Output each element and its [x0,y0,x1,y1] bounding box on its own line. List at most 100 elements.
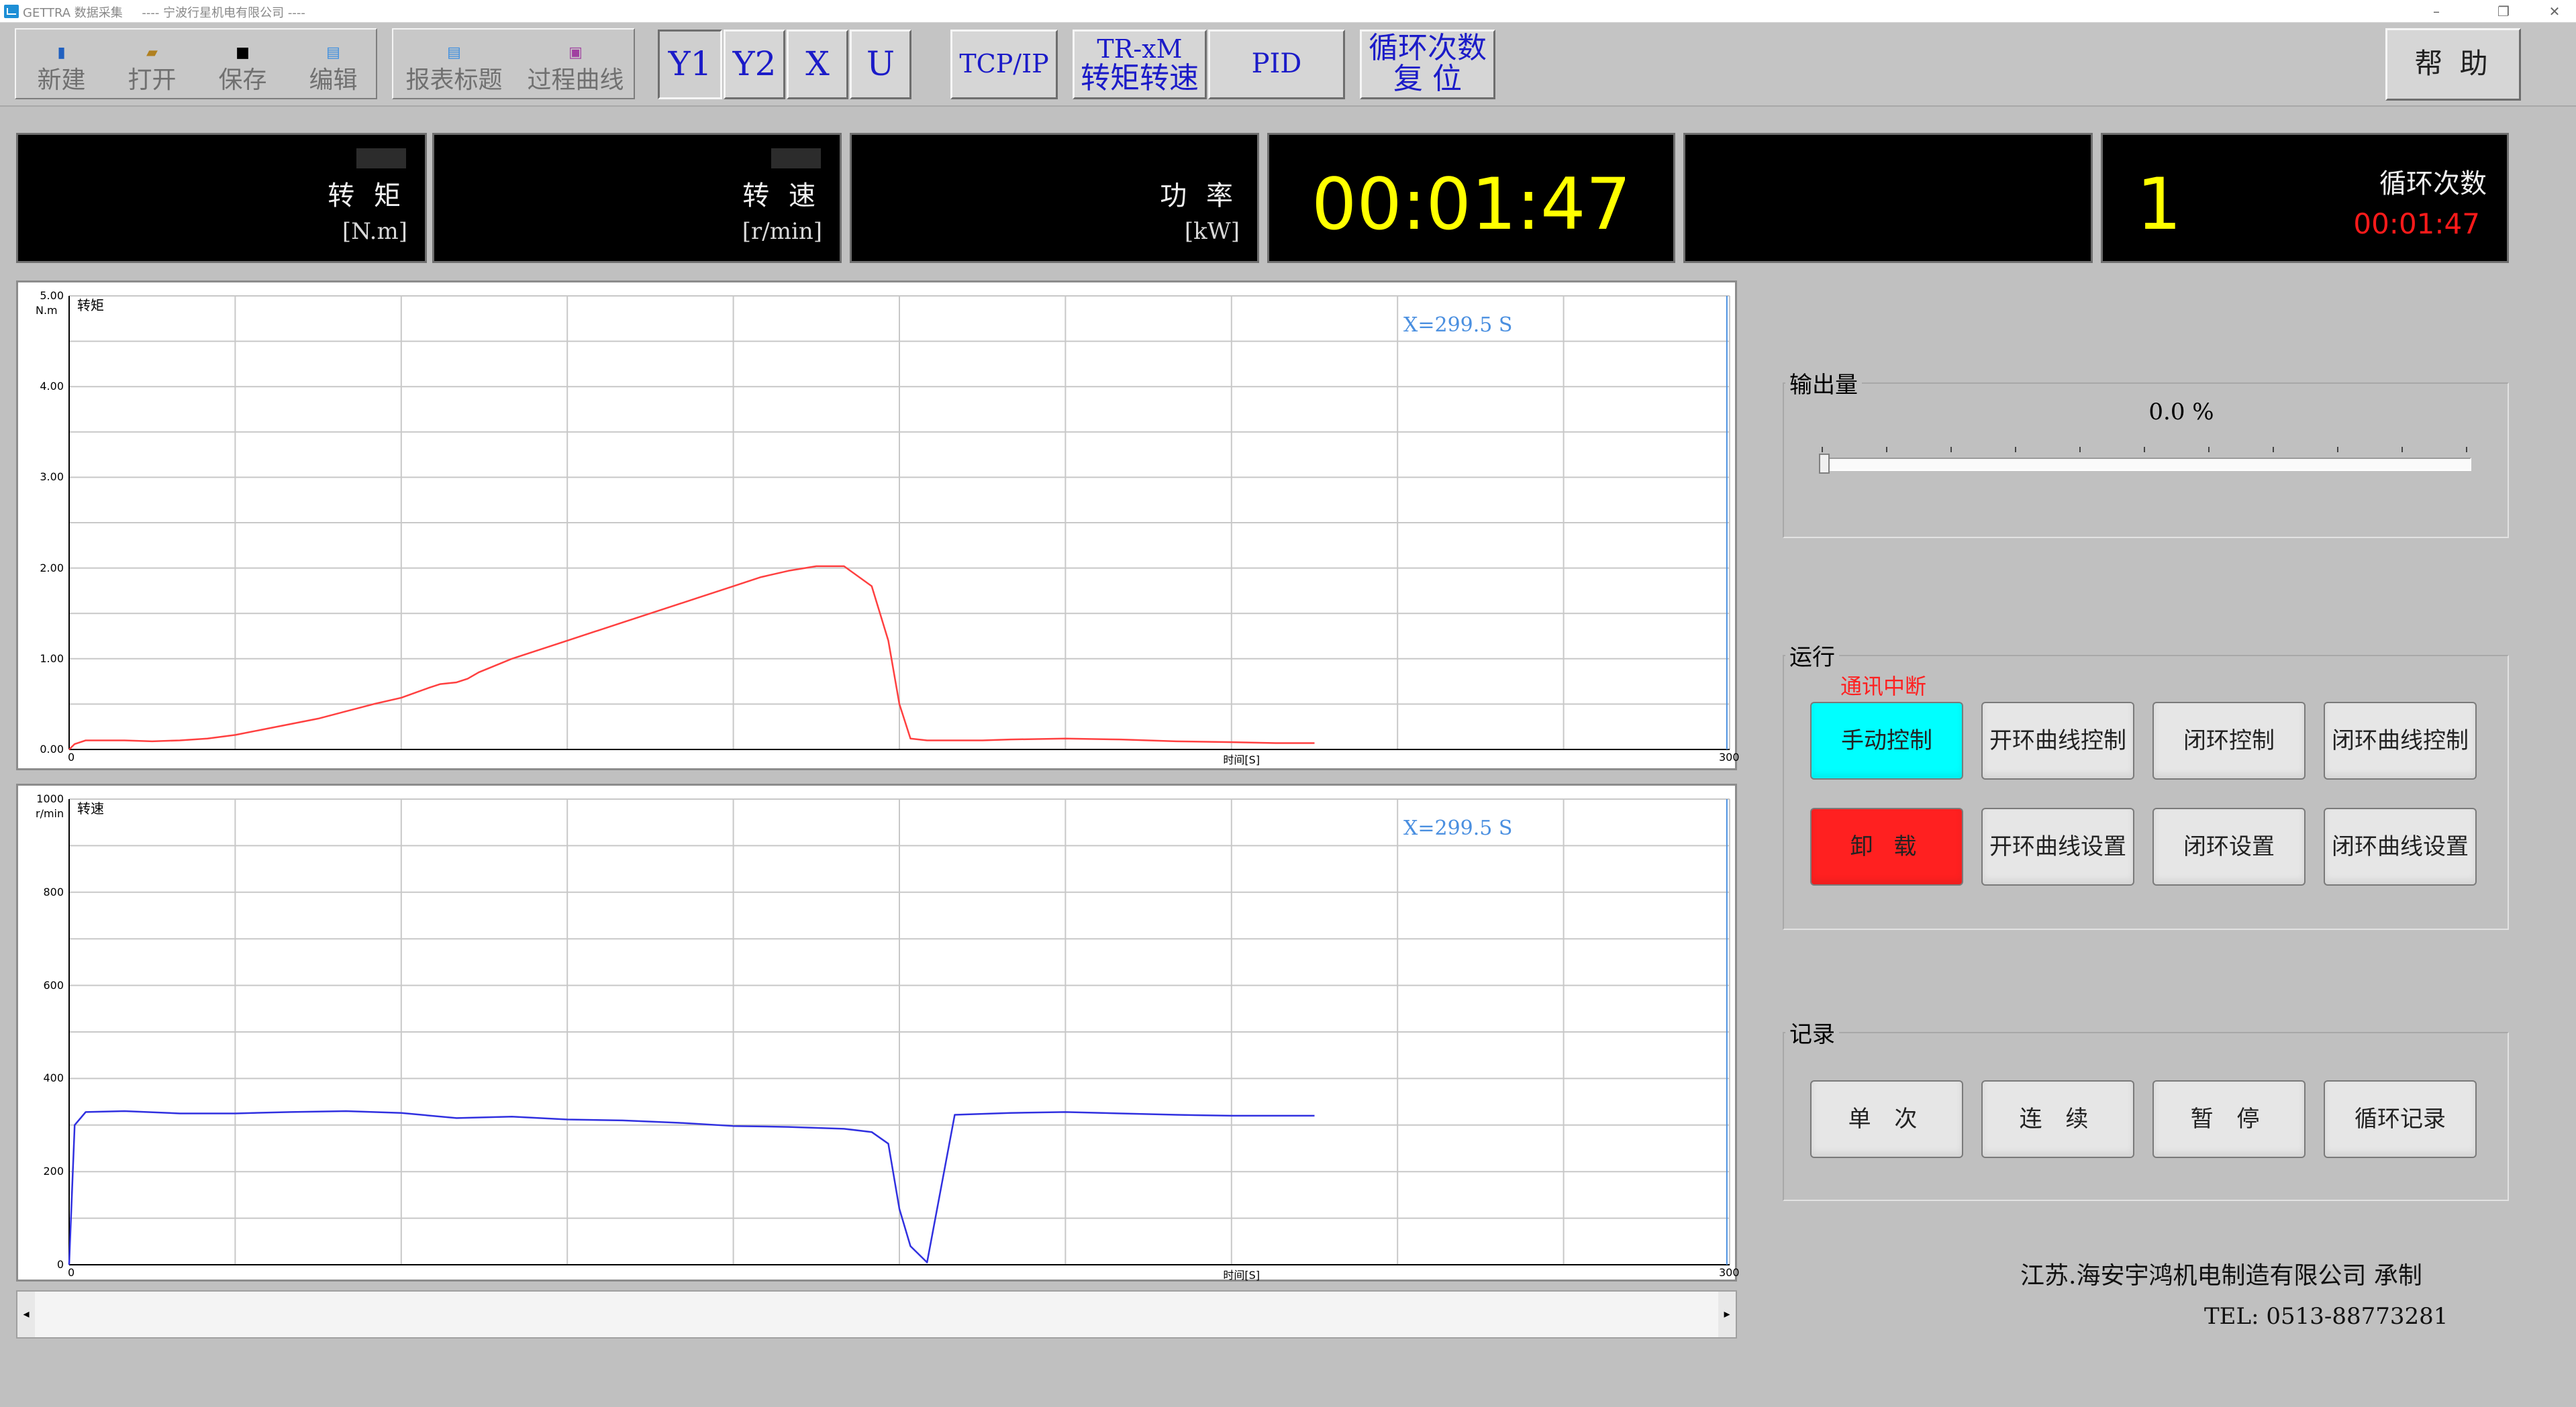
new-file-icon: ▮ [57,44,66,61]
torque-label: 转 矩 [328,180,406,211]
process-curve-button[interactable]: ▣ 过程曲线 [515,30,636,98]
app-icon [4,5,19,18]
y1-axis-button[interactable]: Y1 [658,30,722,99]
speed-xtick-start: 0 [68,1266,75,1279]
speed-ytick-label: 200 [43,1165,64,1178]
unload-button[interactable]: 卸 载 [1810,808,1963,886]
speed-ytick-label: 400 [43,1072,64,1085]
torque-ytick-label: 4.00 [40,380,64,393]
u-axis-button[interactable]: U [850,30,911,99]
speed-display: 转 速 [r/min] [432,133,842,263]
slider-tick [1886,447,1887,452]
pid-button[interactable]: PID [1208,30,1345,99]
save-label: 保存 [218,66,267,94]
slider-tick [2273,447,2274,452]
open-loop-curve-settings-button[interactable]: 开环曲线设置 [1981,808,2134,886]
new-button[interactable]: ▮ 新建 [16,30,107,98]
slider-tick [2079,447,2081,452]
speed-grid [68,798,1730,1265]
power-label: 功 率 [1160,180,1238,211]
cycle-display: 1 循环次数 00:01:47 [2101,133,2509,263]
slider-tick [2208,447,2210,452]
torque-ytick-label: 3.00 [40,470,64,484]
slider-tick [2401,447,2403,452]
continuous-record-button[interactable]: 连 续 [1981,1080,2134,1158]
closed-loop-settings-button[interactable]: 闭环设置 [2152,808,2306,886]
cycle-count: 1 [2136,163,2182,246]
single-record-button[interactable]: 单 次 [1810,1080,1963,1158]
slider-tick [2015,447,2016,452]
open-loop-curve-control-button[interactable]: 开环曲线控制 [1981,702,2134,780]
torque-cursor-readout: X=299.5 S [1403,313,1513,337]
speed-unit: [r/min] [742,218,822,245]
speed-cursor-readout: X=299.5 S [1403,817,1513,840]
open-button[interactable]: ▰ 打开 [107,30,197,98]
torque-xtick-start: 0 [68,751,75,764]
close-button[interactable]: ✕ [2534,1,2575,21]
slider-tick [2144,447,2145,452]
tr-xm-button[interactable]: TR-xM 转矩转速 [1073,30,1207,99]
tcpip-button[interactable]: TCP/IP [950,30,1058,99]
torque-grid [68,295,1730,750]
power-display: 功 率 [kW] [850,133,1259,263]
slider-tick [2337,447,2338,452]
restore-button[interactable]: ❐ [2483,1,2524,21]
torque-ytick-label: 1.00 [40,652,64,665]
speed-ytick-label: 600 [43,978,64,992]
comm-status: 通讯中断 [1840,674,1927,699]
edit-label: 编辑 [309,66,358,94]
y2-axis-button[interactable]: Y2 [724,30,785,99]
torque-mini-indicator [356,148,406,168]
toolbar: ▮ 新建 ▰ 打开 ■ 保存 ▤ 编辑 ▤ 报表标题 ▣ 过程曲线 Y1 Y2 … [0,23,2576,107]
cycle-record-button[interactable]: 循环记录 [2324,1080,2477,1158]
slider-tick [1950,447,1952,452]
cycle-reset-line1: 循环次数 [1369,31,1487,65]
speed-series-line [68,1110,1315,1265]
open-label: 打开 [128,66,177,94]
torque-series-line [68,565,1315,750]
horizontal-scrollbar[interactable]: ◂ ▸ [16,1290,1737,1339]
closed-loop-curve-control-button[interactable]: 闭环曲线控制 [2324,702,2477,780]
pause-record-button[interactable]: 暂 停 [2152,1080,2306,1158]
elapsed-time-display: 00:01:47 [1267,133,1675,263]
closed-loop-curve-settings-button[interactable]: 闭环曲线设置 [2324,808,2477,886]
save-button[interactable]: ■ 保存 [197,30,288,98]
torque-chart-title: 转矩 [77,297,104,313]
report-title-label: 报表标题 [405,66,503,94]
cycle-time: 00:01:47 [2353,207,2480,240]
title-bar: GETTRA 数据采集 ---- 宁波行星机电有限公司 ---- – ❐ ✕ [0,0,2576,23]
help-button[interactable]: 帮 助 [2385,28,2521,101]
empty-display [1683,133,2093,263]
manual-control-button[interactable]: 手动控制 [1810,702,1963,780]
speed-xtick-end: 300 [1719,1266,1740,1279]
file-toolbar-group: ▮ 新建 ▰ 打开 ■ 保存 ▤ 编辑 [15,28,377,99]
output-slider[interactable] [1819,454,2471,474]
cycle-reset-button[interactable]: 循环次数 复 位 [1360,30,1495,99]
speed-ytick-label: 1000 [36,792,64,805]
report-title-button[interactable]: ▤ 报表标题 [393,30,515,98]
speed-chart-title: 转速 [77,800,104,817]
scroll-right-icon[interactable]: ▸ [1718,1292,1736,1337]
tr-xm-line2: 转矩转速 [1081,61,1199,95]
open-folder-icon: ▰ [146,44,158,61]
x-axis-button[interactable]: X [787,30,848,99]
cycle-reset-line2: 复 位 [1393,62,1462,96]
report-toolbar-group: ▤ 报表标题 ▣ 过程曲线 [392,28,635,99]
output-slider-thumb[interactable] [1819,454,1830,474]
closed-loop-control-button[interactable]: 闭环控制 [2152,702,2306,780]
speed-ytick-label: 0 [56,1258,64,1271]
torque-xtick-end: 300 [1719,751,1740,764]
torque-display: 转 矩 [N.m] [16,133,427,263]
torque-ytick-label: 0.00 [40,743,64,755]
minimize-button[interactable]: – [2416,1,2457,21]
company-credit: 江苏.海安宇鸿机电制造有限公司 承制 [2020,1262,2422,1290]
window-title: GETTRA 数据采集 ---- 宁波行星机电有限公司 ---- [23,3,305,21]
torque-chart-plot [68,295,1730,750]
torque-ytick-label: 2.00 [40,561,64,574]
torque-y-unit: N.m [36,304,58,317]
company-phone: TEL: 0513-88773281 [2204,1303,2448,1330]
speed-ytick-label: 800 [43,885,64,898]
edit-button[interactable]: ▤ 编辑 [288,30,379,98]
scroll-left-icon[interactable]: ◂ [17,1292,35,1337]
app-title: GETTRA 数据采集 [23,6,123,20]
